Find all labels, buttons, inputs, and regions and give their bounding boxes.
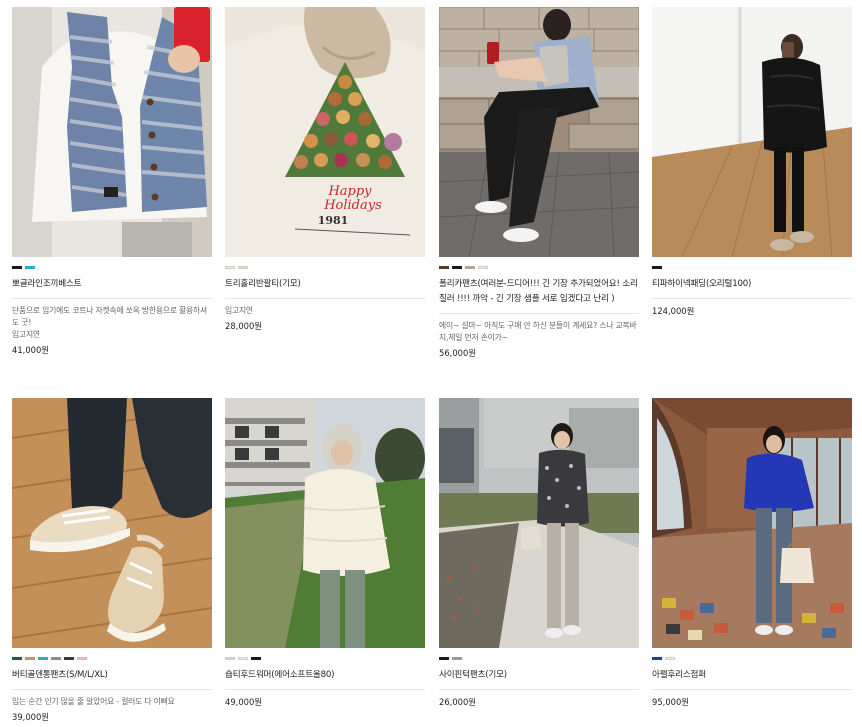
color-swatch[interactable] xyxy=(38,657,48,660)
color-swatch[interactable] xyxy=(12,657,22,660)
product-name[interactable]: 뽀글라인조끼베스트 xyxy=(12,277,212,299)
product-card: 사이핀턱팬츠(기모) 26,000원 xyxy=(439,398,639,708)
color-swatch[interactable] xyxy=(665,657,675,660)
product-image-padding[interactable] xyxy=(652,7,852,257)
color-swatches xyxy=(225,657,425,660)
color-swatch[interactable] xyxy=(478,266,488,269)
product-price: 41,000원 xyxy=(12,345,50,355)
product-image-fleece-jumper[interactable] xyxy=(652,398,852,648)
color-swatch[interactable] xyxy=(652,266,662,269)
product-description: 입는 순간 인기 많을 줄 알았어요 - 컬러도 다 이뻐요 xyxy=(12,697,175,706)
product-name[interactable]: 숍티후드워머(에어소프트울80) xyxy=(225,668,425,690)
stock-tag: 입고지연 xyxy=(12,330,40,339)
product-price: 56,000원 xyxy=(439,348,477,358)
color-swatch[interactable] xyxy=(51,657,61,660)
photo-sneakers-wood-floor xyxy=(12,398,212,648)
product-card: 아펠후리스점퍼 95,000원 xyxy=(652,398,852,708)
color-swatches xyxy=(652,266,852,269)
color-swatches xyxy=(439,657,639,660)
color-swatch[interactable] xyxy=(439,657,449,660)
product-description: 에이~ 설마~ 아직도 구매 안 하신 분들이 계세요? 스나 교복바지,제일 … xyxy=(439,321,637,342)
product-image-tshirt[interactable]: Happy Holidays 1981 xyxy=(225,7,425,257)
color-swatch[interactable] xyxy=(452,266,462,269)
product-grid: 뽀글라인조끼베스트 단품으로 입기에도 코트나 자켓속에 쏘옥 방한용으로 활용… xyxy=(0,0,862,727)
product-card: 폴리카팬츠(여러분-드디어!!! 긴 기장 추가되었어요! 소리질러 !!!! … xyxy=(439,7,639,359)
color-swatches xyxy=(439,266,639,269)
color-swatch[interactable] xyxy=(225,657,235,660)
product-card: 티파하이넥패딩(오리털100) 124,000원 xyxy=(652,7,852,317)
product-card: 숍티후드워머(에어소프트울80) 49,000원 xyxy=(225,398,425,708)
product-name[interactable]: 티파하이넥패딩(오리털100) xyxy=(652,277,852,299)
color-swatches xyxy=(12,657,212,660)
color-swatch[interactable] xyxy=(25,657,35,660)
product-name[interactable]: 폴리카팬츠(여러분-드디어!!! 긴 기장 추가되었어요! 소리질러 !!!! … xyxy=(439,277,639,314)
product-image-vest[interactable] xyxy=(12,7,212,257)
color-swatch[interactable] xyxy=(251,657,261,660)
photo-pintuck-pants-garden xyxy=(439,398,639,648)
color-swatch[interactable] xyxy=(465,266,475,269)
color-swatch[interactable] xyxy=(238,657,248,660)
color-swatch[interactable] xyxy=(225,266,235,269)
color-swatch[interactable] xyxy=(12,266,22,269)
product-price: 49,000원 xyxy=(225,697,263,707)
photo-blue-fleece-arcade xyxy=(652,398,852,648)
photo-hood-warmer-lawn xyxy=(225,398,425,648)
color-swatch[interactable] xyxy=(439,266,449,269)
color-swatch[interactable] xyxy=(77,657,87,660)
product-name[interactable]: 사이핀턱팬츠(기모) xyxy=(439,668,639,690)
photo-stone-wall-pants xyxy=(439,7,639,257)
photo-black-padding xyxy=(652,7,852,257)
print-happy: Happy xyxy=(327,184,372,199)
product-price: 28,000원 xyxy=(225,321,263,331)
product-card: 버티골덴통팬츠(S/M/L/XL) 입는 순간 인기 많을 줄 알았어요 - 컬… xyxy=(12,398,212,723)
product-name[interactable]: 아펠후리스점퍼 xyxy=(652,668,852,690)
product-description: 단품으로 입기에도 코트나 자켓속에 쏘옥 방한용으로 활용하셔도 굿! xyxy=(12,306,207,327)
product-price: 26,000원 xyxy=(439,697,477,707)
product-image-corduroy[interactable] xyxy=(12,398,212,648)
color-swatch[interactable] xyxy=(238,266,248,269)
color-swatch[interactable] xyxy=(452,657,462,660)
color-swatches xyxy=(225,266,425,269)
color-swatch[interactable] xyxy=(25,266,35,269)
product-name[interactable]: 버티골덴통팬츠(S/M/L/XL) xyxy=(12,668,212,690)
product-image-hood-warmer[interactable] xyxy=(225,398,425,648)
product-image-pants[interactable] xyxy=(439,7,639,257)
product-name[interactable]: 트리홀리반팔티(기모) xyxy=(225,277,425,299)
product-price: 95,000원 xyxy=(652,697,690,707)
color-swatches xyxy=(12,266,212,269)
print-year: 1981 xyxy=(318,214,349,227)
product-image-pintuck-pants[interactable] xyxy=(439,398,639,648)
color-swatch[interactable] xyxy=(64,657,74,660)
print-holidays: Holidays xyxy=(323,198,382,213)
color-swatch[interactable] xyxy=(652,657,662,660)
product-price: 39,000원 xyxy=(12,712,50,722)
stock-tag: 입고지연 xyxy=(225,306,253,315)
product-card: 뽀글라인조끼베스트 단품으로 입기에도 코트나 자켓속에 쏘옥 방한용으로 활용… xyxy=(12,7,212,356)
photo-knit-vest xyxy=(12,7,212,257)
photo-holiday-tshirt: Happy Holidays 1981 xyxy=(225,7,425,257)
color-swatches xyxy=(652,657,852,660)
product-card: Happy Holidays 1981 트리홀리반팔티(기모) 입고지연 28,… xyxy=(225,7,425,332)
product-price: 124,000원 xyxy=(652,306,695,316)
